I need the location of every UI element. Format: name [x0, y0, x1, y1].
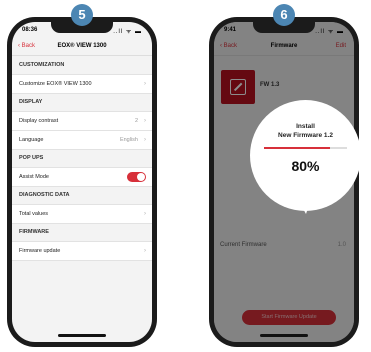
- chevron-right-icon: ›: [144, 137, 146, 143]
- chevron-right-icon: ›: [144, 81, 146, 87]
- section-header-diagnostic: DIAGNOSTIC DATA: [12, 187, 152, 205]
- chevron-right-icon: ›: [144, 211, 146, 217]
- step-badge-6: 6: [273, 4, 295, 26]
- section-header-popups: POP UPS: [12, 150, 152, 168]
- progress-percent: 80%: [291, 158, 320, 174]
- row-label: Firmware update: [19, 248, 61, 254]
- status-time: 08:36: [22, 27, 38, 33]
- row-firmware-update[interactable]: Firmware update ›: [12, 242, 152, 261]
- row-display-contrast[interactable]: Display contrast 2 ›: [12, 112, 152, 131]
- row-label: Customize EOX® VIEW 1300: [19, 81, 92, 87]
- row-value: 2: [134, 118, 138, 124]
- home-indicator: [260, 334, 308, 337]
- section-header-customization: CUSTOMIZATION: [12, 57, 152, 75]
- popup-title: Install New Firmware 1.2: [250, 122, 361, 140]
- row-label: Assist Mode: [19, 174, 49, 180]
- progress-bar-fill: [264, 147, 331, 149]
- home-indicator: [58, 334, 106, 337]
- row-customize-device[interactable]: Customize EOX® VIEW 1300 ›: [12, 75, 152, 94]
- toggle-knob: [137, 173, 145, 181]
- row-label: Language: [19, 137, 44, 143]
- section-header-firmware: FIRMWARE: [12, 224, 152, 242]
- assist-mode-toggle[interactable]: [127, 172, 146, 182]
- chevron-right-icon: ›: [144, 248, 146, 254]
- section-header-display: DISPLAY: [12, 94, 152, 112]
- page-title: EOX® VIEW 1300: [57, 43, 107, 49]
- popup-title-line1: Install: [296, 123, 315, 130]
- row-assist-mode: Assist Mode: [12, 168, 152, 187]
- nav-bar: ‹ Back EOX® VIEW 1300: [12, 39, 152, 56]
- status-icons: ..ll ᯤ ▬: [113, 29, 142, 35]
- chevron-right-icon: ›: [144, 118, 146, 124]
- settings-list: CUSTOMIZATION Customize EOX® VIEW 1300 ›…: [12, 57, 152, 261]
- popup-title-line2: New Firmware 1.2: [278, 132, 333, 139]
- step-badge-5: 5: [71, 4, 93, 26]
- install-progress-popup: Install New Firmware 1.2 80%: [250, 100, 361, 211]
- row-total-values[interactable]: Total values ›: [12, 205, 152, 224]
- row-label: Display contrast: [19, 118, 59, 124]
- row-language[interactable]: Language English ›: [12, 131, 152, 150]
- progress-bar: [264, 147, 347, 149]
- row-label: Total values: [19, 211, 49, 217]
- row-value: English: [119, 137, 138, 143]
- phone-settings: 08:36 ..ll ᯤ ▬ ‹ Back EOX® VIEW 1300 CUS…: [7, 17, 157, 347]
- settings-screen: 08:36 ..ll ᯤ ▬ ‹ Back EOX® VIEW 1300 CUS…: [12, 22, 152, 342]
